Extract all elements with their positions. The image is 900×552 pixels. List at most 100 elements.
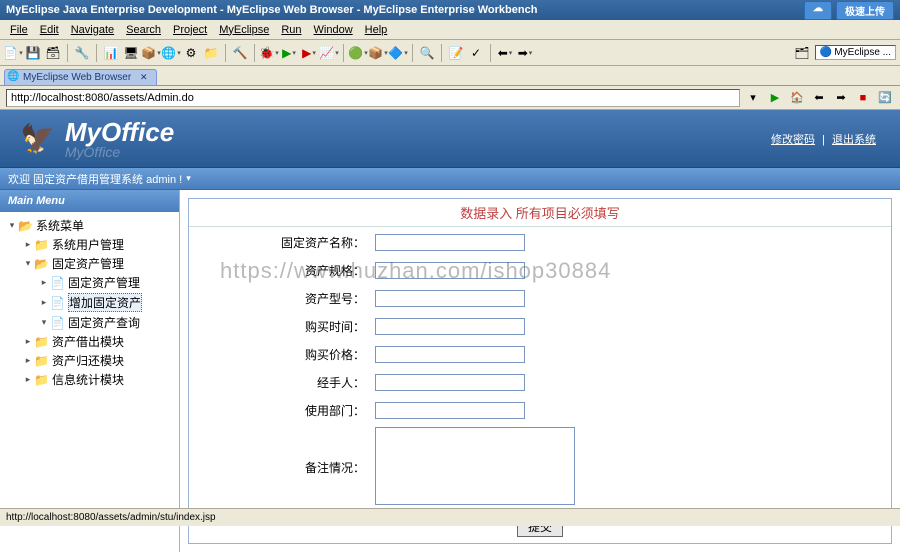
menu-window[interactable]: Window (308, 22, 359, 38)
content-area: 数据录入 所有项目必须填写 固定资产名称： 资产规格： 资产型号： 购买时间： … (180, 190, 900, 552)
run-ext-icon[interactable]: ▶ (300, 44, 318, 62)
refresh-icon[interactable]: 🔄 (876, 89, 894, 107)
save-all-icon[interactable]: 🗃 (44, 44, 62, 62)
input-price[interactable] (375, 346, 525, 363)
logout-link[interactable]: 退出系统 (828, 134, 880, 146)
browser-icon[interactable]: 🌐 (162, 44, 180, 62)
new-class-icon[interactable]: 🟢 (349, 44, 367, 62)
debug-icon[interactable]: 🐞 (260, 44, 278, 62)
save-icon[interactable]: 💾 (24, 44, 42, 62)
input-buytime[interactable] (375, 318, 525, 335)
perspective-icon[interactable]: 🗂 (793, 44, 811, 62)
label-buytime: 购买时间： (191, 313, 371, 339)
menu-help[interactable]: Help (359, 22, 394, 38)
input-dept[interactable] (375, 402, 525, 419)
profile-icon[interactable]: 📈 (320, 44, 338, 62)
annotate-icon[interactable]: 📝 (447, 44, 465, 62)
open-type-icon[interactable]: 🔷 (389, 44, 407, 62)
app-header: 🦅 MyOffice MyOffice 修改密码 | 退出系统 (0, 110, 900, 168)
welcome-text: 欢迎 固定资产借用管理系统 admin ! (8, 171, 182, 187)
dropdown-icon[interactable]: ▾ (744, 89, 762, 107)
menu-file[interactable]: File (4, 22, 34, 38)
expand-icon[interactable]: ▸ (38, 297, 50, 308)
menu-edit[interactable]: Edit (34, 22, 65, 38)
collapse-icon[interactable]: ▾ (22, 258, 34, 269)
nav-back-icon[interactable]: ⬅ (810, 89, 828, 107)
upload-button[interactable]: 极速上传 (836, 1, 894, 20)
page-icon: 📄 (50, 316, 66, 330)
logo-icon: 🦅 (20, 122, 55, 155)
expand-icon[interactable]: ▸ (22, 336, 34, 347)
forward-icon[interactable]: ➡ (516, 44, 534, 62)
tree-item-asset-add[interactable]: ▸ 📄 增加固定资产 (2, 292, 177, 313)
input-name[interactable] (375, 234, 525, 251)
tree-item-lend[interactable]: ▸ 📁 资产借出模块 (2, 332, 177, 351)
window-titlebar: MyEclipse Java Enterprise Development - … (0, 0, 900, 20)
folder-icon: 📂 (34, 257, 50, 271)
status-text: http://localhost:8080/assets/admin/stu/i… (6, 512, 216, 523)
folder-icon: 📁 (34, 354, 50, 368)
collapse-icon[interactable]: ▾ (38, 317, 50, 328)
browser-tab[interactable]: MyEclipse Web Browser ✕ (4, 69, 157, 85)
page-icon: 📄 (50, 276, 66, 290)
welcome-bar: 欢迎 固定资产借用管理系统 admin ! (0, 168, 900, 190)
task-icon[interactable]: ✓ (467, 44, 485, 62)
collapse-icon[interactable]: ▾ (6, 220, 18, 231)
tree-item-users[interactable]: ▸ 📁 系统用户管理 (2, 235, 177, 254)
input-handler[interactable] (375, 374, 525, 391)
tree-item-assets[interactable]: ▾ 📂 固定资产管理 (2, 254, 177, 273)
label-remark: 备注情况： (191, 425, 371, 510)
tree-item-stats[interactable]: ▸ 📁 信息统计模块 (2, 370, 177, 389)
menu-project[interactable]: Project (167, 22, 213, 38)
new-icon[interactable]: 📄 (4, 44, 22, 62)
label-model: 资产型号： (191, 285, 371, 311)
go-icon[interactable]: ▶ (766, 89, 784, 107)
tree-item-return[interactable]: ▸ 📁 资产归还模块 (2, 351, 177, 370)
folder-icon: 📁 (34, 238, 50, 252)
home-icon[interactable]: 🏠 (788, 89, 806, 107)
db-icon[interactable]: 📊 (102, 44, 120, 62)
menu-myeclipse[interactable]: MyEclipse (213, 22, 275, 38)
menu-navigate[interactable]: Navigate (65, 22, 120, 38)
close-icon[interactable]: ✕ (140, 72, 148, 82)
sidebar-title: Main Menu (0, 190, 179, 212)
nav-fwd-icon[interactable]: ➡ (832, 89, 850, 107)
label-dept: 使用部门： (191, 397, 371, 423)
change-password-link[interactable]: 修改密码 (767, 134, 819, 146)
tab-label: MyEclipse Web Browser (23, 72, 131, 83)
editor-tabs: MyEclipse Web Browser ✕ (0, 66, 900, 86)
build-icon[interactable]: 🔨 (231, 44, 249, 62)
tool-icon[interactable]: 🔧 (73, 44, 91, 62)
tree-item-asset-query[interactable]: ▾ 📄 固定资产查询 (2, 313, 177, 332)
input-spec[interactable] (375, 262, 525, 279)
expand-icon[interactable]: ▸ (38, 277, 50, 288)
menubar: File Edit Navigate Search Project MyEcli… (0, 20, 900, 40)
expand-icon[interactable]: ▸ (22, 374, 34, 385)
tree-root[interactable]: ▾ 📂 系统菜单 (2, 216, 177, 235)
back-icon[interactable]: ⬅ (496, 44, 514, 62)
gear-icon[interactable]: ⚙ (182, 44, 200, 62)
menu-search[interactable]: Search (120, 22, 167, 38)
deploy-icon[interactable]: 📦 (142, 44, 160, 62)
folder-icon[interactable]: 📁 (202, 44, 220, 62)
input-remark[interactable] (375, 427, 575, 505)
server-icon[interactable]: 🖥 (122, 44, 140, 62)
input-model[interactable] (375, 290, 525, 307)
form-title: 数据录入 所有项目必须填写 (189, 199, 891, 227)
page-icon: 📄 (50, 296, 66, 310)
search-icon[interactable]: 🔍 (418, 44, 436, 62)
url-input[interactable] (6, 89, 740, 107)
tree-item-asset-manage[interactable]: ▸ 📄 固定资产管理 (2, 273, 177, 292)
run-icon[interactable]: ▶ (280, 44, 298, 62)
perspective-switcher[interactable]: 🔵 MyEclipse ... (815, 45, 896, 60)
stop-icon[interactable]: ■ (854, 89, 872, 107)
cloud-icon[interactable]: ☁ (804, 1, 832, 20)
asset-form: 固定资产名称： 资产规格： 资产型号： 购买时间： 购买价格： 经手人： 使用部… (189, 227, 891, 543)
folder-icon: 📂 (18, 219, 34, 233)
expand-icon[interactable]: ▸ (22, 239, 34, 250)
label-price: 购买价格： (191, 341, 371, 367)
expand-icon[interactable]: ▸ (22, 355, 34, 366)
menu-run[interactable]: Run (275, 22, 307, 38)
label-handler: 经手人： (191, 369, 371, 395)
new-pkg-icon[interactable]: 📦 (369, 44, 387, 62)
